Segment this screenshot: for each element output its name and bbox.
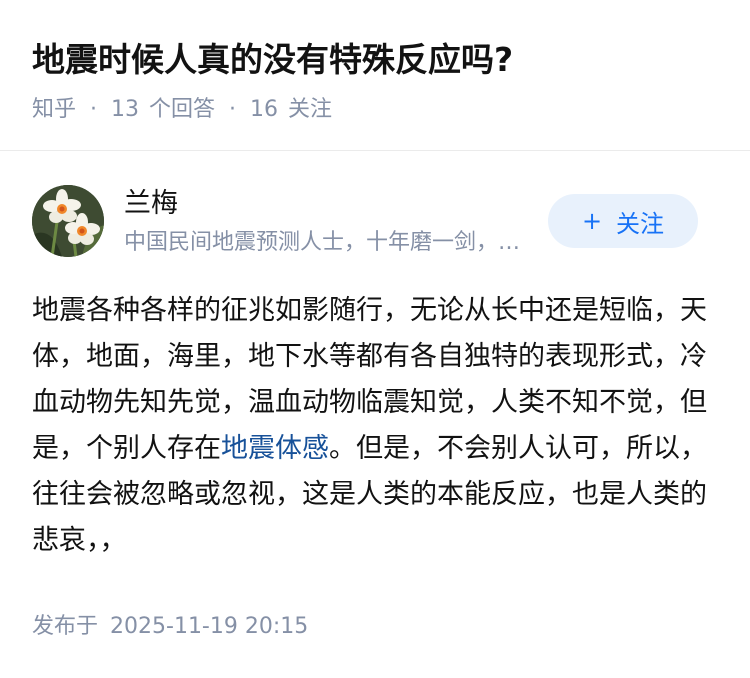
follow-label: 关注 [616, 209, 665, 238]
follow-button[interactable]: + 关注 [548, 194, 698, 248]
question-title[interactable]: 地震时候人真的没有特殊反应吗? [32, 30, 513, 90]
meta-separator: · [90, 97, 98, 122]
author-avatar[interactable] [32, 185, 104, 257]
narcissus-flower-avatar [32, 185, 104, 257]
plus-icon: + [581, 207, 603, 235]
followers-count: 16 [250, 97, 279, 122]
source-label[interactable]: 知乎 [32, 92, 76, 128]
publish-time: 2025-11-19 20:15 [110, 614, 309, 639]
followers-label[interactable]: 关注 [288, 92, 332, 128]
answers-label[interactable]: 个回答 [149, 92, 215, 128]
answers-count: 13 [111, 97, 140, 122]
publish-label: 发布于 [32, 614, 99, 639]
keyword-link[interactable]: 地震体感 [221, 433, 329, 464]
question-meta: 知乎 · 13 个回答 · 16 关注 [32, 92, 332, 128]
publish-info: 发布于 2025-11-19 20:15 [32, 609, 308, 645]
author-name[interactable]: 兰梅 [124, 184, 178, 224]
divider [0, 150, 750, 151]
answer-page: 地震时候人真的没有特殊反应吗? 知乎 · 13 个回答 · 16 关注 兰梅 中… [0, 0, 750, 678]
author-bio: 中国民间地震预测人士，十年磨一剑，只为一剑封喉 [124, 230, 534, 255]
answer-content: 地震各种各样的征兆如影随行，无论从长中还是短临，天体，地面，海里，地下水等都有各… [32, 288, 722, 564]
meta-separator: · [229, 97, 237, 122]
